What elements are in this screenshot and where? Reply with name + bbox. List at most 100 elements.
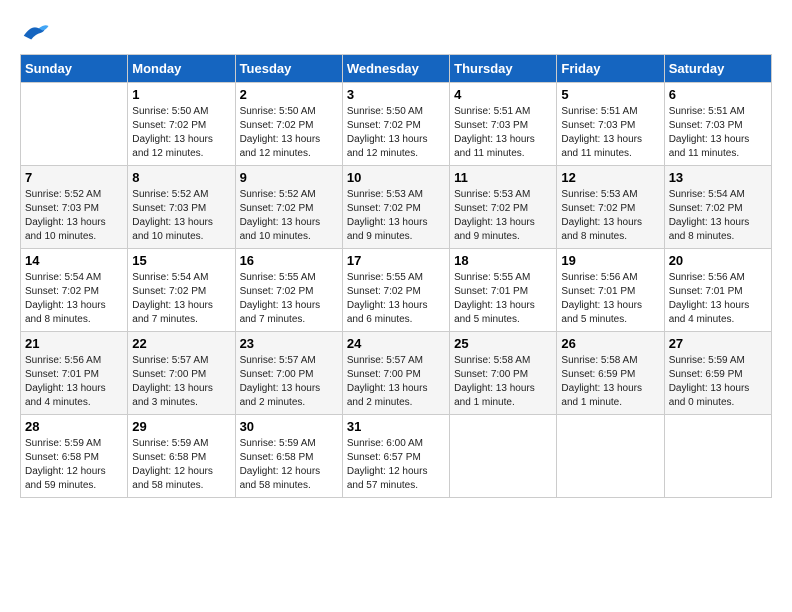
calendar-cell (557, 415, 664, 498)
day-info: Sunrise: 5:58 AM Sunset: 7:00 PM Dayligh… (454, 354, 552, 410)
day-info: Sunrise: 5:50 AM Sunset: 7:02 PM Dayligh… (347, 105, 445, 161)
day-number: 4 (454, 87, 552, 102)
day-info: Sunrise: 5:50 AM Sunset: 7:02 PM Dayligh… (132, 105, 230, 161)
day-number: 13 (669, 170, 767, 185)
calendar-cell: 9Sunrise: 5:52 AM Sunset: 7:02 PM Daylig… (235, 166, 342, 249)
calendar-cell: 31 Sunrise: 6:00 AM Sunset: 6:57 PM Dayli… (342, 415, 449, 498)
day-info: Sunrise: 5:58 AM Sunset: 6:59 PM Dayligh… (561, 354, 659, 410)
calendar-cell: 3 Sunrise: 5:50 AM Sunset: 7:02 PM Daylig… (342, 83, 449, 166)
calendar-header-thursday: Thursday (450, 55, 557, 83)
day-number: 22 (132, 336, 230, 351)
day-number: 19 (561, 253, 659, 268)
day-number: 30 (240, 419, 338, 434)
day-info: Sunrise: 5:54 AM Sunset: 7:02 PM Dayligh… (25, 271, 123, 327)
day-number: 20 (669, 253, 767, 268)
calendar-table: SundayMondayTuesdayWednesdayThursdayFrid… (20, 54, 772, 498)
calendar-week-row: 21 Sunrise: 5:56 AM Sunset: 7:01 PM Dayli… (21, 332, 772, 415)
calendar-cell: 19 Sunrise: 5:56 AM Sunset: 7:01 PM Dayli… (557, 249, 664, 332)
calendar-cell: 1 Sunrise: 5:50 AM Sunset: 7:02 PM Daylig… (128, 83, 235, 166)
day-info: Sunrise: 5:59 AM Sunset: 6:58 PM Dayligh… (132, 437, 230, 493)
calendar-header-wednesday: Wednesday (342, 55, 449, 83)
calendar-week-row: 1 Sunrise: 5:50 AM Sunset: 7:02 PM Daylig… (21, 83, 772, 166)
calendar-cell: 4 Sunrise: 5:51 AM Sunset: 7:03 PM Daylig… (450, 83, 557, 166)
day-number: 1 (132, 87, 230, 102)
calendar-week-row: 7 Sunrise: 5:52 AM Sunset: 7:03 PM Daylig… (21, 166, 772, 249)
day-number: 25 (454, 336, 552, 351)
day-info: Sunrise: 5:53 AM Sunset: 7:02 PM Dayligh… (454, 188, 552, 244)
calendar-cell: 6Sunrise: 5:51 AM Sunset: 7:03 PM Daylig… (664, 83, 771, 166)
day-number: 31 (347, 419, 445, 434)
calendar-cell: 16 Sunrise: 5:55 AM Sunset: 7:02 PM Dayli… (235, 249, 342, 332)
calendar-cell: 22 Sunrise: 5:57 AM Sunset: 7:00 PM Dayli… (128, 332, 235, 415)
calendar-cell: 18 Sunrise: 5:55 AM Sunset: 7:01 PM Dayli… (450, 249, 557, 332)
day-info: Sunrise: 5:53 AM Sunset: 7:02 PM Dayligh… (347, 188, 445, 244)
day-number: 16 (240, 253, 338, 268)
calendar-cell: 24 Sunrise: 5:57 AM Sunset: 7:00 PM Dayli… (342, 332, 449, 415)
calendar-cell: 27 Sunrise: 5:59 AM Sunset: 6:59 PM Dayli… (664, 332, 771, 415)
day-info: Sunrise: 5:50 AM Sunset: 7:02 PM Dayligh… (240, 105, 338, 161)
calendar-cell: 29 Sunrise: 5:59 AM Sunset: 6:58 PM Dayli… (128, 415, 235, 498)
day-info: Sunrise: 5:55 AM Sunset: 7:02 PM Dayligh… (347, 271, 445, 327)
calendar-cell: 12 Sunrise: 5:53 AM Sunset: 7:02 PM Dayli… (557, 166, 664, 249)
calendar-cell: 30 Sunrise: 5:59 AM Sunset: 6:58 PM Dayli… (235, 415, 342, 498)
calendar-header-row: SundayMondayTuesdayWednesdayThursdayFrid… (21, 55, 772, 83)
day-info: Sunrise: 5:57 AM Sunset: 7:00 PM Dayligh… (347, 354, 445, 410)
day-number: 27 (669, 336, 767, 351)
calendar-cell: 11 Sunrise: 5:53 AM Sunset: 7:02 PM Dayli… (450, 166, 557, 249)
calendar-cell: 13Sunrise: 5:54 AM Sunset: 7:02 PM Dayli… (664, 166, 771, 249)
calendar-cell: 26 Sunrise: 5:58 AM Sunset: 6:59 PM Dayli… (557, 332, 664, 415)
day-info: Sunrise: 5:53 AM Sunset: 7:02 PM Dayligh… (561, 188, 659, 244)
day-number: 10 (347, 170, 445, 185)
day-number: 14 (25, 253, 123, 268)
day-number: 2 (240, 87, 338, 102)
page-header (20, 20, 772, 44)
day-number: 29 (132, 419, 230, 434)
day-info: Sunrise: 5:51 AM Sunset: 7:03 PM Dayligh… (454, 105, 552, 161)
day-number: 28 (25, 419, 123, 434)
day-info: Sunrise: 5:56 AM Sunset: 7:01 PM Dayligh… (669, 271, 767, 327)
day-info: Sunrise: 5:55 AM Sunset: 7:02 PM Dayligh… (240, 271, 338, 327)
logo (20, 20, 54, 44)
day-number: 24 (347, 336, 445, 351)
day-number: 3 (347, 87, 445, 102)
day-info: Sunrise: 5:55 AM Sunset: 7:01 PM Dayligh… (454, 271, 552, 327)
day-number: 7 (25, 170, 123, 185)
day-info: Sunrise: 5:57 AM Sunset: 7:00 PM Dayligh… (240, 354, 338, 410)
day-info: Sunrise: 6:00 AM Sunset: 6:57 PM Dayligh… (347, 437, 445, 493)
day-info: Sunrise: 5:51 AM Sunset: 7:03 PM Dayligh… (669, 105, 767, 161)
calendar-cell: 28 Sunrise: 5:59 AM Sunset: 6:58 PM Dayli… (21, 415, 128, 498)
day-number: 8 (132, 170, 230, 185)
calendar-header-friday: Friday (557, 55, 664, 83)
calendar-cell: 14 Sunrise: 5:54 AM Sunset: 7:02 PM Dayli… (21, 249, 128, 332)
day-info: Sunrise: 5:57 AM Sunset: 7:00 PM Dayligh… (132, 354, 230, 410)
day-info: Sunrise: 5:56 AM Sunset: 7:01 PM Dayligh… (25, 354, 123, 410)
calendar-cell: 15 Sunrise: 5:54 AM Sunset: 7:02 PM Dayli… (128, 249, 235, 332)
day-number: 11 (454, 170, 552, 185)
calendar-cell (21, 83, 128, 166)
calendar-cell: 8 Sunrise: 5:52 AM Sunset: 7:03 PM Daylig… (128, 166, 235, 249)
calendar-cell (664, 415, 771, 498)
calendar-header-sunday: Sunday (21, 55, 128, 83)
day-info: Sunrise: 5:59 AM Sunset: 6:58 PM Dayligh… (25, 437, 123, 493)
calendar-header-tuesday: Tuesday (235, 55, 342, 83)
calendar-cell: 10 Sunrise: 5:53 AM Sunset: 7:02 PM Dayli… (342, 166, 449, 249)
day-info: Sunrise: 5:59 AM Sunset: 6:58 PM Dayligh… (240, 437, 338, 493)
day-number: 15 (132, 253, 230, 268)
calendar-cell: 25 Sunrise: 5:58 AM Sunset: 7:00 PM Dayli… (450, 332, 557, 415)
day-info: Sunrise: 5:59 AM Sunset: 6:59 PM Dayligh… (669, 354, 767, 410)
calendar-cell: 7Sunrise: 5:52 AM Sunset: 7:03 PM Daylig… (21, 166, 128, 249)
day-number: 23 (240, 336, 338, 351)
calendar-cell: 5Sunrise: 5:51 AM Sunset: 7:03 PM Daylig… (557, 83, 664, 166)
calendar-header-monday: Monday (128, 55, 235, 83)
day-number: 26 (561, 336, 659, 351)
day-info: Sunrise: 5:51 AM Sunset: 7:03 PM Dayligh… (561, 105, 659, 161)
calendar-week-row: 14 Sunrise: 5:54 AM Sunset: 7:02 PM Dayli… (21, 249, 772, 332)
day-number: 18 (454, 253, 552, 268)
day-number: 21 (25, 336, 123, 351)
day-info: Sunrise: 5:56 AM Sunset: 7:01 PM Dayligh… (561, 271, 659, 327)
calendar-cell: 2 Sunrise: 5:50 AM Sunset: 7:02 PM Daylig… (235, 83, 342, 166)
day-number: 12 (561, 170, 659, 185)
day-info: Sunrise: 5:52 AM Sunset: 7:03 PM Dayligh… (132, 188, 230, 244)
calendar-cell: 23 Sunrise: 5:57 AM Sunset: 7:00 PM Dayli… (235, 332, 342, 415)
day-info: Sunrise: 5:54 AM Sunset: 7:02 PM Dayligh… (132, 271, 230, 327)
